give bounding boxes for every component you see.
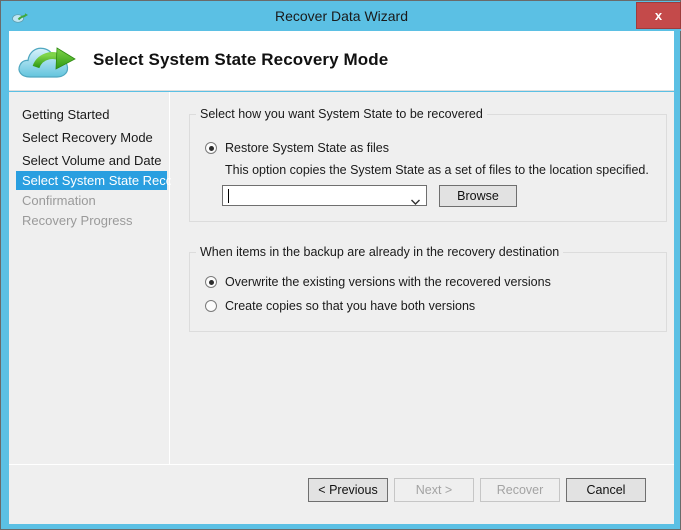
create-copies-radio-row[interactable]: Create copies so that you have both vers… — [205, 299, 475, 313]
title-bar: Recover Data Wizard x — [2, 2, 681, 31]
wizard-footer: < Previous Next > Recover Cancel — [9, 464, 674, 524]
wizard-header: Select System State Recovery Mode — [9, 31, 674, 91]
sidebar-item-recovery-progress: Recovery Progress — [22, 213, 133, 228]
recovery-mode-group: Select how you want System State to be r… — [189, 107, 667, 222]
overwrite-versions-radio[interactable] — [205, 276, 217, 288]
restore-as-files-radio[interactable] — [205, 142, 217, 154]
conflict-resolution-group: When items in the backup are already in … — [189, 245, 667, 332]
cancel-button[interactable]: Cancel — [566, 478, 646, 502]
conflict-resolution-group-legend: When items in the backup are already in … — [196, 245, 564, 259]
close-button[interactable]: x — [636, 2, 681, 29]
recovery-mode-group-legend: Select how you want System State to be r… — [196, 107, 487, 121]
previous-button[interactable]: < Previous — [308, 478, 388, 502]
restore-as-files-description: This option copies the System State as a… — [225, 163, 649, 177]
sidebar-item-select-volume-and-date[interactable]: Select Volume and Date — [16, 151, 167, 170]
overwrite-versions-radio-row[interactable]: Overwrite the existing versions with the… — [205, 275, 551, 289]
sidebar-item-select-recovery-mode[interactable]: Select Recovery Mode — [16, 128, 167, 147]
restore-as-files-label: Restore System State as files — [225, 141, 389, 155]
page-title: Select System State Recovery Mode — [93, 50, 389, 69]
create-copies-radio[interactable] — [205, 300, 217, 312]
overwrite-versions-label: Overwrite the existing versions with the… — [225, 275, 551, 289]
browse-button[interactable]: Browse — [439, 185, 517, 207]
destination-path-combobox[interactable] — [222, 185, 427, 206]
recover-button: Recover — [480, 478, 560, 502]
sidebar-item-getting-started[interactable]: Getting Started — [16, 105, 167, 124]
sidebar-item-confirmation: Confirmation — [22, 193, 96, 208]
wizard-body: Getting Started Select Recovery Mode Sel… — [9, 92, 674, 524]
window-title: Recover Data Wizard — [274, 8, 409, 24]
create-copies-label: Create copies so that you have both vers… — [225, 299, 476, 313]
restore-as-files-radio-row[interactable]: Restore System State as files — [205, 141, 389, 155]
wizard-sidebar: Getting Started Select Recovery Mode Sel… — [9, 92, 184, 524]
cloud-recovery-icon — [16, 39, 78, 84]
wizard-content: Select how you want System State to be r… — [171, 92, 674, 524]
sidebar-item-select-system-state-recovery-mode[interactable]: Select System State Reco... — [16, 171, 184, 190]
wizard-window: Recover Data Wizard x Select System Stat… — [0, 0, 681, 530]
text-caret — [228, 189, 229, 203]
chevron-down-icon[interactable] — [411, 192, 420, 205]
next-button: Next > — [394, 478, 474, 502]
window-frame-inner: Recover Data Wizard x Select System Stat… — [2, 2, 681, 528]
